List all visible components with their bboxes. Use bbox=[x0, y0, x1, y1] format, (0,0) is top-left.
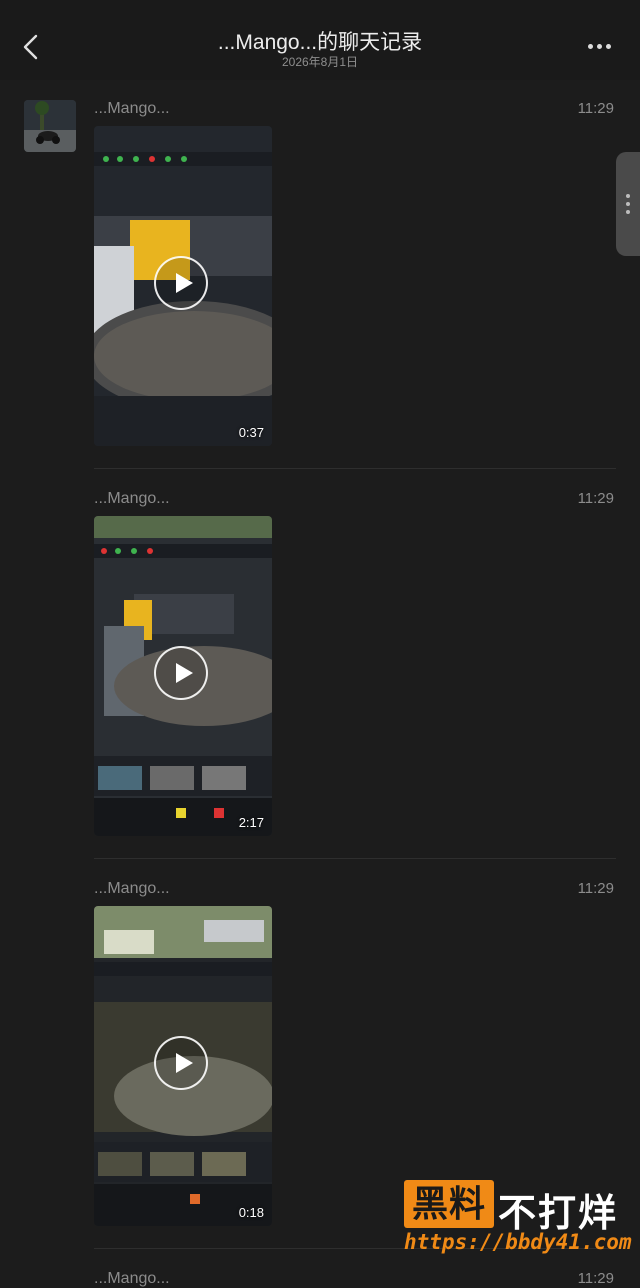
handle-dot bbox=[626, 194, 630, 198]
message-time: 11:29 bbox=[577, 100, 614, 117]
message-time: 11:29 bbox=[577, 490, 614, 507]
watermark-text: 不打烊 bbox=[498, 1193, 619, 1235]
play-icon bbox=[154, 646, 208, 700]
avatar-photo bbox=[24, 100, 76, 152]
top-bar: ...Mango...的聊天记录 2026年8月1日 bbox=[0, 0, 640, 80]
message-sender: ...Mango... bbox=[94, 880, 170, 897]
divider bbox=[94, 468, 616, 469]
video-message[interactable]: 0:37 bbox=[94, 126, 272, 446]
message-sender: ...Mango... bbox=[94, 100, 170, 117]
play-icon bbox=[154, 256, 208, 310]
message-sender: ...Mango... bbox=[94, 490, 170, 507]
watermark-logo: 黑料 不打烊 https://bbdy41.com bbox=[404, 1180, 632, 1260]
more-button[interactable] bbox=[588, 36, 618, 56]
scroll-handle[interactable] bbox=[616, 152, 640, 256]
video-message[interactable]: 0:18 bbox=[94, 906, 272, 1226]
handle-dot bbox=[626, 202, 630, 206]
message-time: 11:29 bbox=[577, 1270, 614, 1287]
page-title: ...Mango...的聊天记录 bbox=[217, 31, 423, 54]
watermark-url: https://bbdy41.com bbox=[404, 1230, 632, 1254]
more-icon bbox=[588, 44, 593, 49]
message-sender: ...Mango... bbox=[94, 1270, 170, 1287]
more-icon-dot bbox=[606, 44, 611, 49]
video-duration: 2:17 bbox=[238, 815, 264, 830]
play-icon bbox=[154, 1036, 208, 1090]
video-duration: 0:37 bbox=[238, 425, 264, 440]
handle-dot bbox=[626, 210, 630, 214]
divider bbox=[94, 858, 616, 859]
chat-date: 2026年8月1日 bbox=[281, 55, 359, 69]
message-time: 11:29 bbox=[577, 880, 614, 897]
video-message[interactable]: 2:17 bbox=[94, 516, 272, 836]
avatar[interactable] bbox=[24, 100, 76, 152]
video-duration: 0:18 bbox=[238, 1205, 264, 1220]
watermark-box: 黑料 bbox=[404, 1180, 494, 1228]
more-icon-dot bbox=[597, 44, 602, 49]
